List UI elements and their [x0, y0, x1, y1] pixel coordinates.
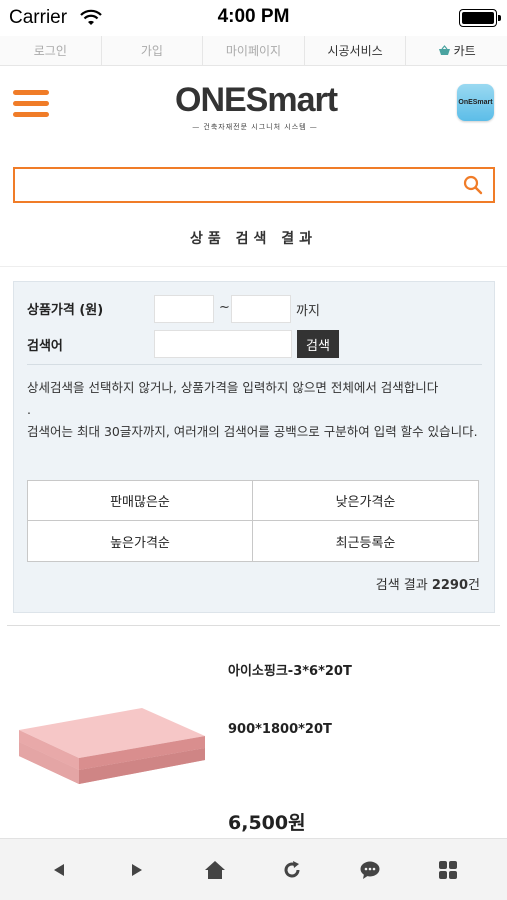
product-name[interactable]: 아이소핑크-3*6*20T [228, 660, 352, 679]
keyword-label: 검색어 [27, 339, 63, 354]
cart-icon [438, 45, 450, 55]
refresh-icon [284, 860, 300, 877]
mypage-link[interactable]: 마이페이지 [203, 36, 305, 65]
login-link[interactable]: 로그인 [0, 36, 102, 65]
home-icon [204, 860, 225, 879]
forward-arrow-icon [131, 863, 142, 876]
apps-button[interactable] [430, 852, 466, 888]
browser-toolbar [0, 838, 507, 900]
result-count: 검색 결과 2290건 [376, 574, 480, 593]
search-icon[interactable] [463, 175, 483, 195]
price-range-tilde: ~ [219, 300, 230, 315]
battery-icon [459, 9, 501, 27]
status-bar: Carrier 4:00 PM [0, 0, 507, 36]
sort-best-selling[interactable]: 판매많은순 [28, 481, 253, 521]
back-button[interactable] [41, 852, 77, 888]
result-prefix: 검색 결과 [375, 578, 432, 593]
chat-bubble-icon [360, 861, 380, 879]
back-arrow-icon [53, 863, 64, 876]
home-button[interactable] [197, 852, 233, 888]
result-number: 2290 [431, 578, 469, 593]
keyword-input[interactable] [154, 330, 292, 358]
chat-button[interactable] [352, 852, 388, 888]
app-icon-text: OnESmart [458, 99, 493, 106]
search-help-text: 상세검색을 선택하지 않거나, 상품가격을 입력하지 않으면 전체에서 검색합니… [27, 377, 483, 443]
page-title: 상품 검색 결과 [189, 231, 318, 247]
join-link[interactable]: 가입 [102, 36, 204, 65]
header: ONESmart — 건축자재전문 시그니처 시스템 — OnESmart [0, 66, 507, 152]
sort-options: 판매많은순 낮은가격순 높은가격순 최근등록순 [27, 480, 479, 562]
site-logo[interactable]: ONESmart — 건축자재전문 시그니처 시스템 — [175, 80, 338, 140]
price-label: 상품가격 (원) [27, 303, 104, 318]
help-line-3: 검색어는 최대 30글자까지, 여러개의 검색어를 공백으로 구분하여 입력 할… [27, 424, 478, 439]
refresh-button[interactable] [274, 852, 310, 888]
logo-subtitle: — 건축자재전문 시그니처 시스템 — [192, 123, 318, 131]
help-line-1: 상세검색을 선택하지 않거나, 상품가격을 입력하지 않으면 전체에서 검색합니… [27, 380, 439, 395]
clock: 4:00 PM [217, 6, 290, 27]
logo-text: ONESmart [175, 81, 338, 119]
product-image[interactable] [17, 700, 207, 790]
result-suffix: 건 [468, 578, 480, 593]
sort-low-price[interactable]: 낮은가격순 [253, 481, 478, 521]
help-line-2: . [27, 402, 31, 417]
divider [27, 364, 482, 365]
forward-button[interactable] [119, 852, 155, 888]
sort-high-price[interactable]: 높은가격순 [28, 521, 253, 561]
product-size: 900*1800*20T [228, 722, 332, 737]
price-max-input[interactable] [231, 295, 291, 323]
divider [0, 266, 507, 267]
price-until-label: 까지 [296, 304, 320, 319]
filter-search-button[interactable]: 검색 [297, 330, 339, 358]
divider [7, 625, 500, 626]
cart-label: 카트 [453, 44, 476, 58]
search-input[interactable] [15, 169, 445, 201]
sort-newest[interactable]: 최근등록순 [253, 521, 478, 561]
grid-icon [439, 860, 458, 879]
product-price: 6,500원 [228, 812, 306, 834]
app-icon[interactable]: OnESmart [457, 84, 494, 121]
cart-link[interactable]: 카트 [406, 36, 507, 65]
hamburger-menu-icon[interactable] [13, 90, 49, 118]
top-links: 로그인 가입 마이페이지 시공서비스 카트 [0, 36, 507, 66]
price-min-input[interactable] [154, 295, 214, 323]
construction-service-link[interactable]: 시공서비스 [305, 36, 407, 65]
search-box [13, 167, 495, 203]
search-filter-panel: 상품가격 (원) ~ 까지 검색어 검색 상세검색을 선택하지 않거나, 상품가… [13, 281, 495, 613]
